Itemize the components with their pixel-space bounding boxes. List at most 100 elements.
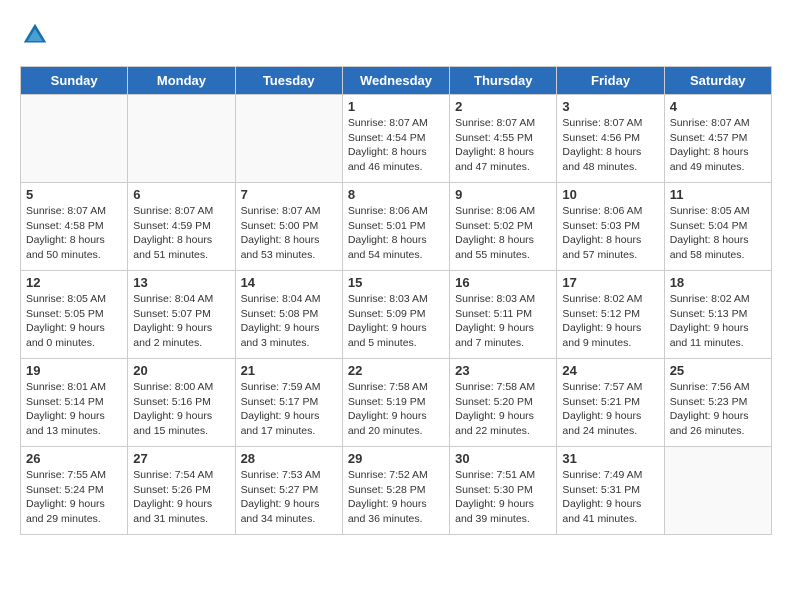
- day-number: 16: [455, 275, 551, 290]
- weekday-header: Wednesday: [342, 67, 449, 95]
- day-info: Sunrise: 7:58 AM Sunset: 5:20 PM Dayligh…: [455, 380, 551, 439]
- day-info: Sunrise: 7:49 AM Sunset: 5:31 PM Dayligh…: [562, 468, 658, 527]
- day-number: 3: [562, 99, 658, 114]
- calendar-cell: 7 Sunrise: 8:07 AM Sunset: 5:00 PM Daylig…: [235, 183, 342, 271]
- calendar-cell: 9 Sunrise: 8:06 AM Sunset: 5:02 PM Daylig…: [450, 183, 557, 271]
- day-info: Sunrise: 8:03 AM Sunset: 5:09 PM Dayligh…: [348, 292, 444, 351]
- day-number: 23: [455, 363, 551, 378]
- calendar-cell: 30Sunrise: 7:51 AM Sunset: 5:30 PM Dayli…: [450, 447, 557, 535]
- day-number: 11: [670, 187, 766, 202]
- calendar-cell: 25 Sunrise: 7:56 AM Sunset: 5:23 PM Dayli…: [664, 359, 771, 447]
- day-info: Sunrise: 8:07 AM Sunset: 4:59 PM Dayligh…: [133, 204, 229, 263]
- day-number: 21: [241, 363, 337, 378]
- weekday-header: Monday: [128, 67, 235, 95]
- calendar-cell: 11 Sunrise: 8:05 AM Sunset: 5:04 PM Dayli…: [664, 183, 771, 271]
- day-info: Sunrise: 7:59 AM Sunset: 5:17 PM Dayligh…: [241, 380, 337, 439]
- day-info: Sunrise: 8:05 AM Sunset: 5:04 PM Dayligh…: [670, 204, 766, 263]
- day-number: 14: [241, 275, 337, 290]
- weekday-header: Thursday: [450, 67, 557, 95]
- calendar-cell: 2 Sunrise: 8:07 AM Sunset: 4:55 PM Daylig…: [450, 95, 557, 183]
- calendar-header-row: SundayMondayTuesdayWednesdayThursdayFrid…: [21, 67, 772, 95]
- calendar-cell: 26 Sunrise: 7:55 AM Sunset: 5:24 PM Dayli…: [21, 447, 128, 535]
- day-number: 7: [241, 187, 337, 202]
- day-info: Sunrise: 8:03 AM Sunset: 5:11 PM Dayligh…: [455, 292, 551, 351]
- calendar-cell: [128, 95, 235, 183]
- weekday-header: Sunday: [21, 67, 128, 95]
- logo: [20, 20, 54, 50]
- calendar-week-row: 1 Sunrise: 8:07 AM Sunset: 4:54 PM Daylig…: [21, 95, 772, 183]
- calendar-cell: 4Sunrise: 8:07 AM Sunset: 4:57 PM Daylig…: [664, 95, 771, 183]
- day-info: Sunrise: 8:02 AM Sunset: 5:12 PM Dayligh…: [562, 292, 658, 351]
- calendar-cell: 18Sunrise: 8:02 AM Sunset: 5:13 PM Dayli…: [664, 271, 771, 359]
- day-info: Sunrise: 7:54 AM Sunset: 5:26 PM Dayligh…: [133, 468, 229, 527]
- calendar-cell: 24 Sunrise: 7:57 AM Sunset: 5:21 PM Dayli…: [557, 359, 664, 447]
- day-info: Sunrise: 8:06 AM Sunset: 5:03 PM Dayligh…: [562, 204, 658, 263]
- day-number: 22: [348, 363, 444, 378]
- weekday-header: Friday: [557, 67, 664, 95]
- calendar-cell: 31 Sunrise: 7:49 AM Sunset: 5:31 PM Dayli…: [557, 447, 664, 535]
- calendar-cell: 22 Sunrise: 7:58 AM Sunset: 5:19 PM Dayli…: [342, 359, 449, 447]
- day-info: Sunrise: 7:51 AM Sunset: 5:30 PM Dayligh…: [455, 468, 551, 527]
- calendar-cell: [21, 95, 128, 183]
- day-number: 20: [133, 363, 229, 378]
- day-info: Sunrise: 7:53 AM Sunset: 5:27 PM Dayligh…: [241, 468, 337, 527]
- logo-icon: [20, 20, 50, 50]
- day-number: 24: [562, 363, 658, 378]
- day-info: Sunrise: 8:01 AM Sunset: 5:14 PM Dayligh…: [26, 380, 122, 439]
- day-info: Sunrise: 8:07 AM Sunset: 4:54 PM Dayligh…: [348, 116, 444, 175]
- day-number: 19: [26, 363, 122, 378]
- day-number: 1: [348, 99, 444, 114]
- page-header: [20, 20, 772, 50]
- day-info: Sunrise: 7:56 AM Sunset: 5:23 PM Dayligh…: [670, 380, 766, 439]
- calendar-cell: 23 Sunrise: 7:58 AM Sunset: 5:20 PM Dayli…: [450, 359, 557, 447]
- calendar-cell: 8 Sunrise: 8:06 AM Sunset: 5:01 PM Daylig…: [342, 183, 449, 271]
- day-number: 6: [133, 187, 229, 202]
- day-number: 31: [562, 451, 658, 466]
- day-number: 25: [670, 363, 766, 378]
- day-number: 13: [133, 275, 229, 290]
- day-info: Sunrise: 8:06 AM Sunset: 5:02 PM Dayligh…: [455, 204, 551, 263]
- calendar-cell: 21 Sunrise: 7:59 AM Sunset: 5:17 PM Dayli…: [235, 359, 342, 447]
- day-number: 12: [26, 275, 122, 290]
- day-number: 27: [133, 451, 229, 466]
- day-number: 10: [562, 187, 658, 202]
- calendar-cell: 6 Sunrise: 8:07 AM Sunset: 4:59 PM Daylig…: [128, 183, 235, 271]
- calendar-cell: 3Sunrise: 8:07 AM Sunset: 4:56 PM Daylig…: [557, 95, 664, 183]
- day-number: 2: [455, 99, 551, 114]
- day-number: 5: [26, 187, 122, 202]
- calendar-week-row: 12 Sunrise: 8:05 AM Sunset: 5:05 PM Dayli…: [21, 271, 772, 359]
- day-info: Sunrise: 7:55 AM Sunset: 5:24 PM Dayligh…: [26, 468, 122, 527]
- day-info: Sunrise: 7:57 AM Sunset: 5:21 PM Dayligh…: [562, 380, 658, 439]
- calendar-cell: 13Sunrise: 8:04 AM Sunset: 5:07 PM Dayli…: [128, 271, 235, 359]
- calendar-week-row: 19 Sunrise: 8:01 AM Sunset: 5:14 PM Dayli…: [21, 359, 772, 447]
- day-number: 26: [26, 451, 122, 466]
- calendar-cell: 17Sunrise: 8:02 AM Sunset: 5:12 PM Dayli…: [557, 271, 664, 359]
- calendar-cell: 10 Sunrise: 8:06 AM Sunset: 5:03 PM Dayli…: [557, 183, 664, 271]
- day-info: Sunrise: 8:04 AM Sunset: 5:08 PM Dayligh…: [241, 292, 337, 351]
- day-number: 9: [455, 187, 551, 202]
- calendar-cell: 15Sunrise: 8:03 AM Sunset: 5:09 PM Dayli…: [342, 271, 449, 359]
- calendar-week-row: 5 Sunrise: 8:07 AM Sunset: 4:58 PM Daylig…: [21, 183, 772, 271]
- day-number: 28: [241, 451, 337, 466]
- day-info: Sunrise: 8:05 AM Sunset: 5:05 PM Dayligh…: [26, 292, 122, 351]
- calendar-cell: 20 Sunrise: 8:00 AM Sunset: 5:16 PM Dayli…: [128, 359, 235, 447]
- calendar-cell: 1 Sunrise: 8:07 AM Sunset: 4:54 PM Daylig…: [342, 95, 449, 183]
- day-info: Sunrise: 8:06 AM Sunset: 5:01 PM Dayligh…: [348, 204, 444, 263]
- calendar-cell: 5 Sunrise: 8:07 AM Sunset: 4:58 PM Daylig…: [21, 183, 128, 271]
- day-info: Sunrise: 7:58 AM Sunset: 5:19 PM Dayligh…: [348, 380, 444, 439]
- day-number: 29: [348, 451, 444, 466]
- day-number: 8: [348, 187, 444, 202]
- day-info: Sunrise: 7:52 AM Sunset: 5:28 PM Dayligh…: [348, 468, 444, 527]
- calendar-cell: 14 Sunrise: 8:04 AM Sunset: 5:08 PM Dayli…: [235, 271, 342, 359]
- calendar-cell: 12 Sunrise: 8:05 AM Sunset: 5:05 PM Dayli…: [21, 271, 128, 359]
- calendar-cell: 27 Sunrise: 7:54 AM Sunset: 5:26 PM Dayli…: [128, 447, 235, 535]
- day-info: Sunrise: 8:07 AM Sunset: 5:00 PM Dayligh…: [241, 204, 337, 263]
- day-info: Sunrise: 8:00 AM Sunset: 5:16 PM Dayligh…: [133, 380, 229, 439]
- weekday-header: Saturday: [664, 67, 771, 95]
- day-info: Sunrise: 8:02 AM Sunset: 5:13 PM Dayligh…: [670, 292, 766, 351]
- day-info: Sunrise: 8:07 AM Sunset: 4:58 PM Dayligh…: [26, 204, 122, 263]
- calendar-week-row: 26 Sunrise: 7:55 AM Sunset: 5:24 PM Dayli…: [21, 447, 772, 535]
- day-info: Sunrise: 8:07 AM Sunset: 4:55 PM Dayligh…: [455, 116, 551, 175]
- calendar-cell: [235, 95, 342, 183]
- calendar-table: SundayMondayTuesdayWednesdayThursdayFrid…: [20, 66, 772, 535]
